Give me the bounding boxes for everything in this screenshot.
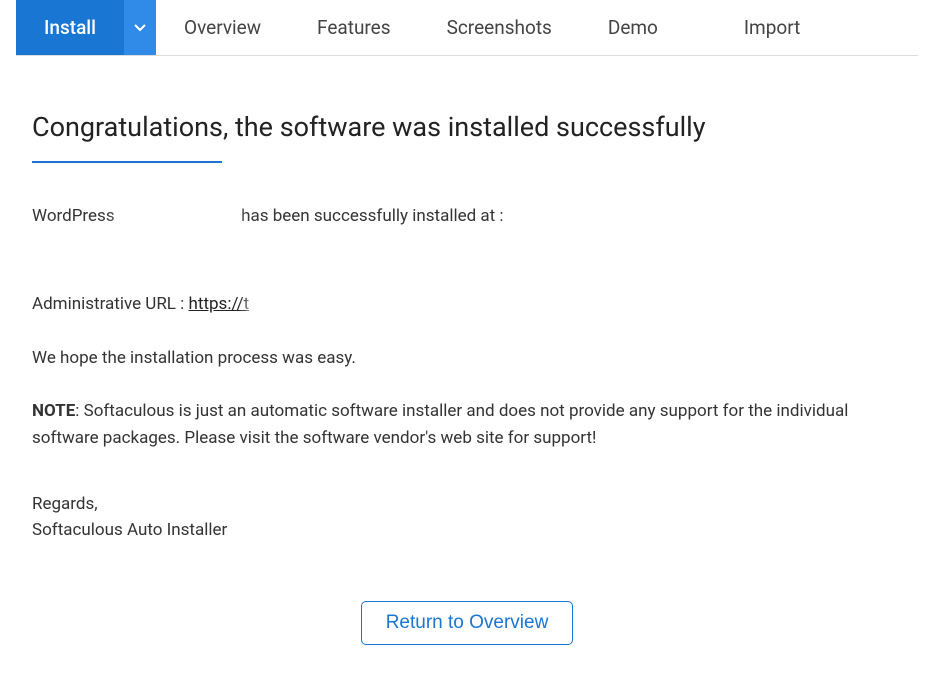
- tab-features[interactable]: Features: [289, 0, 419, 55]
- tab-overview[interactable]: Overview: [156, 0, 289, 55]
- admin-url-label: Administrative URL :: [32, 294, 184, 314]
- tab-bar: Install Overview Features Screenshots De…: [16, 0, 918, 56]
- signature-line1: Regards,: [32, 492, 902, 518]
- blurred-admin-url-tail: xxxxxxxxxxxxxxxxxxxxxxxxxxxxxxxx: [249, 291, 519, 318]
- admin-url-line: Administrative URL : https://txxxxxxxxxx…: [32, 291, 902, 318]
- install-location-suffix: has been successfully installed at :: [241, 206, 503, 226]
- blurred-version: xxxxxxxxxxxxxx: [119, 203, 237, 230]
- tab-demo[interactable]: Demo: [580, 0, 686, 55]
- tab-install-group: Install: [16, 0, 156, 55]
- signature-line2: Softaculous Auto Installer: [32, 518, 902, 544]
- page-title: Congratulations, the software was instal…: [32, 111, 902, 143]
- tab-install[interactable]: Install: [16, 0, 124, 55]
- signature: Regards, Softaculous Auto Installer: [32, 492, 902, 543]
- tab-screenshots[interactable]: Screenshots: [419, 0, 580, 55]
- chevron-down-icon: [134, 24, 146, 32]
- admin-url-visible: https://t: [189, 294, 250, 314]
- note-body: : Softaculous is just an automatic softw…: [32, 401, 848, 448]
- tab-import[interactable]: Import: [716, 0, 828, 55]
- title-underline: [32, 161, 222, 163]
- button-row: Return to Overview: [32, 601, 902, 645]
- return-to-overview-button[interactable]: Return to Overview: [361, 601, 574, 645]
- main-content: WordPress xxxxxxxxxxxxxx has been succes…: [32, 203, 902, 645]
- install-dropdown-button[interactable]: [124, 0, 156, 55]
- easy-message: We hope the installation process was eas…: [32, 345, 902, 372]
- note-label: NOTE: [32, 401, 75, 421]
- note-paragraph: NOTE: Softaculous is just an automatic s…: [32, 398, 902, 452]
- software-name: WordPress: [32, 206, 115, 226]
- install-location-line: WordPress xxxxxxxxxxxxxx has been succes…: [32, 203, 902, 230]
- admin-url-link[interactable]: https://t: [189, 294, 250, 314]
- blurred-install-url: [32, 234, 292, 256]
